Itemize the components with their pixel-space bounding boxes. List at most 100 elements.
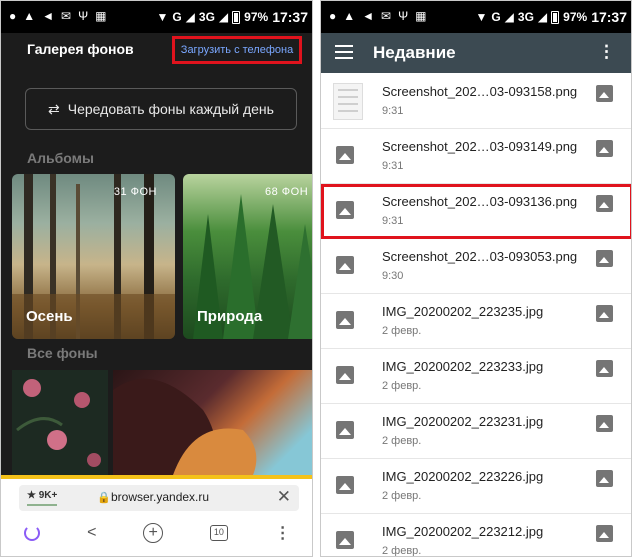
upload-from-phone-button[interactable]: Загрузить с телефона: [172, 36, 302, 64]
close-icon[interactable]: ✕: [277, 487, 291, 507]
signal-icon-2: ◢: [537, 10, 548, 24]
image-icon: [336, 311, 354, 329]
file-row[interactable]: IMG_20200202_223226.jpg 2 февр.: [321, 459, 631, 514]
albums-heading: Альбомы: [27, 150, 94, 166]
clock: 17:37: [591, 9, 627, 25]
battery-percent: 97%: [244, 10, 269, 24]
status-bar: ● ▲ ◄ ✉ Ψ ▦ ▼ G ◢ 3G ◢ 97% 17:37: [1, 1, 312, 33]
file-name: IMG_20200202_223235.jpg: [382, 304, 544, 319]
image-icon: [596, 360, 613, 377]
left-phone-screen: ● ▲ ◄ ✉ Ψ ▦ ▼ G ◢ 3G ◢ 97% 17:37 Галерея…: [0, 0, 313, 557]
signal-icon-2: ◢: [218, 10, 229, 24]
album-name: Природа: [197, 308, 263, 325]
file-row[interactable]: IMG_20200202_223233.jpg 2 февр.: [321, 349, 631, 404]
gallery-title: Галерея фонов: [27, 41, 134, 57]
wifi-icon: ▼: [475, 10, 488, 24]
wifi-icon: ▼: [156, 10, 169, 24]
image-icon: [596, 470, 613, 487]
file-name: IMG_20200202_223231.jpg: [382, 414, 544, 429]
file-name: IMG_20200202_223233.jpg: [382, 359, 544, 374]
file-name: IMG_20200202_223226.jpg: [382, 469, 544, 484]
battery-icon: [551, 10, 560, 24]
file-row-selected[interactable]: Screenshot_202…03-093136.png 9:31: [321, 184, 631, 239]
background-thumbnail[interactable]: [12, 370, 108, 475]
file-name: Screenshot_202…03-093149.png: [382, 139, 578, 154]
image-icon: [336, 421, 354, 439]
tabs-button[interactable]: 10: [209, 525, 228, 541]
image-icon: [336, 146, 354, 164]
url-text: browser.yandex.ru: [111, 490, 210, 504]
warning-icon: ▲: [343, 9, 356, 23]
flowers-image: [16, 379, 101, 467]
send-icon: ◄: [362, 9, 375, 23]
album-nature[interactable]: 68 ФОН Природа: [183, 174, 312, 339]
file-row[interactable]: Screenshot_202…03-093149.png 9:31: [321, 129, 631, 184]
usb-icon: Ψ: [78, 9, 89, 23]
image-icon: [596, 305, 613, 322]
file-row[interactable]: IMG_20200202_223231.jpg 2 февр.: [321, 404, 631, 459]
file-row[interactable]: IMG_20200202_223235.jpg 2 февр.: [321, 294, 631, 349]
image-icon: [336, 531, 354, 549]
image-icon: [596, 415, 613, 432]
hamburger-menu-icon[interactable]: [335, 45, 353, 63]
file-name: Screenshot_202…03-093053.png: [382, 249, 578, 264]
album-count: 31 ФОН: [113, 186, 157, 198]
background-thumbnail[interactable]: [113, 370, 312, 475]
image-icon: [596, 195, 613, 212]
file-list: Screenshot_202…03-093158.png 9:31 Screen…: [321, 74, 631, 557]
battery-icon: [232, 10, 241, 24]
new-tab-icon[interactable]: +: [143, 523, 164, 543]
file-time: 2 февр.: [382, 325, 422, 337]
image-icon: [336, 256, 354, 274]
album-name: Осень: [26, 308, 73, 325]
qr-icon: ▦: [415, 9, 427, 23]
menu-dots-icon[interactable]: ⋮: [275, 523, 291, 543]
alice-icon[interactable]: [24, 525, 41, 541]
mail-icon: ✉: [61, 9, 72, 23]
shuffle-daily-button[interactable]: ⇄ Чередовать фоны каждый день: [25, 88, 297, 130]
image-icon: [336, 476, 354, 494]
rating-bar: [27, 504, 57, 506]
file-name: Screenshot_202…03-093158.png: [382, 84, 578, 99]
share-icon[interactable]: <: [87, 524, 96, 542]
canyon-image: [113, 378, 257, 475]
network-label: G: [491, 10, 501, 24]
file-time: 9:31: [382, 160, 404, 172]
network-label-2: 3G: [517, 10, 534, 24]
clock: 17:37: [272, 9, 308, 25]
file-name: IMG_20200202_223212.jpg: [382, 524, 544, 539]
image-icon: [596, 525, 613, 542]
lock-icon: 🔒: [97, 492, 111, 504]
album-count: 68 ФОН: [265, 186, 309, 198]
network-label-2: 3G: [198, 10, 215, 24]
shuffle-icon: ⇄: [48, 100, 60, 117]
file-time: 9:31: [382, 215, 404, 227]
send-icon: ◄: [42, 9, 55, 23]
file-time: 2 февр.: [382, 380, 422, 392]
network-label: G: [172, 10, 182, 24]
file-time: 9:30: [382, 270, 404, 282]
file-time: 2 февр.: [382, 545, 422, 557]
file-time: 9:31: [382, 105, 404, 117]
image-icon: [596, 140, 613, 157]
battery-percent: 97%: [563, 10, 588, 24]
rating-label: ★ 9K+: [27, 490, 58, 501]
chat-icon: ●: [329, 9, 337, 23]
album-autumn[interactable]: 31 ФОН Осень: [12, 174, 175, 339]
file-row[interactable]: Screenshot_202…03-093053.png 9:30: [321, 239, 631, 294]
app-bar: Недавние ⋮: [321, 33, 631, 73]
file-row[interactable]: Screenshot_202…03-093158.png 9:31: [321, 74, 631, 129]
file-row[interactable]: IMG_20200202_223212.jpg 2 февр.: [321, 514, 631, 557]
overflow-menu-icon[interactable]: ⋮: [598, 42, 615, 62]
url-bar[interactable]: ★ 9K+ 🔒 browser.yandex.ru ✕: [19, 485, 299, 511]
right-phone-screen: ● ▲ ◄ ✉ Ψ ▦ ▼ G ◢ 3G ◢ 97% 17:37 Недавни…: [320, 0, 632, 557]
signal-icon: ◢: [504, 10, 514, 24]
browser-nav-bar: < + 10 ⋮: [1, 517, 312, 549]
file-name: Screenshot_202…03-093136.png: [382, 194, 578, 209]
all-backgrounds-heading: Все фоны: [27, 345, 98, 361]
status-bar: ● ▲ ◄ ✉ Ψ ▦ ▼ G ◢ 3G ◢ 97% 17:37: [321, 1, 631, 33]
chat-icon: ●: [9, 9, 17, 23]
file-time: 2 февр.: [382, 435, 422, 447]
mail-icon: ✉: [381, 9, 392, 23]
image-icon: [596, 85, 613, 102]
